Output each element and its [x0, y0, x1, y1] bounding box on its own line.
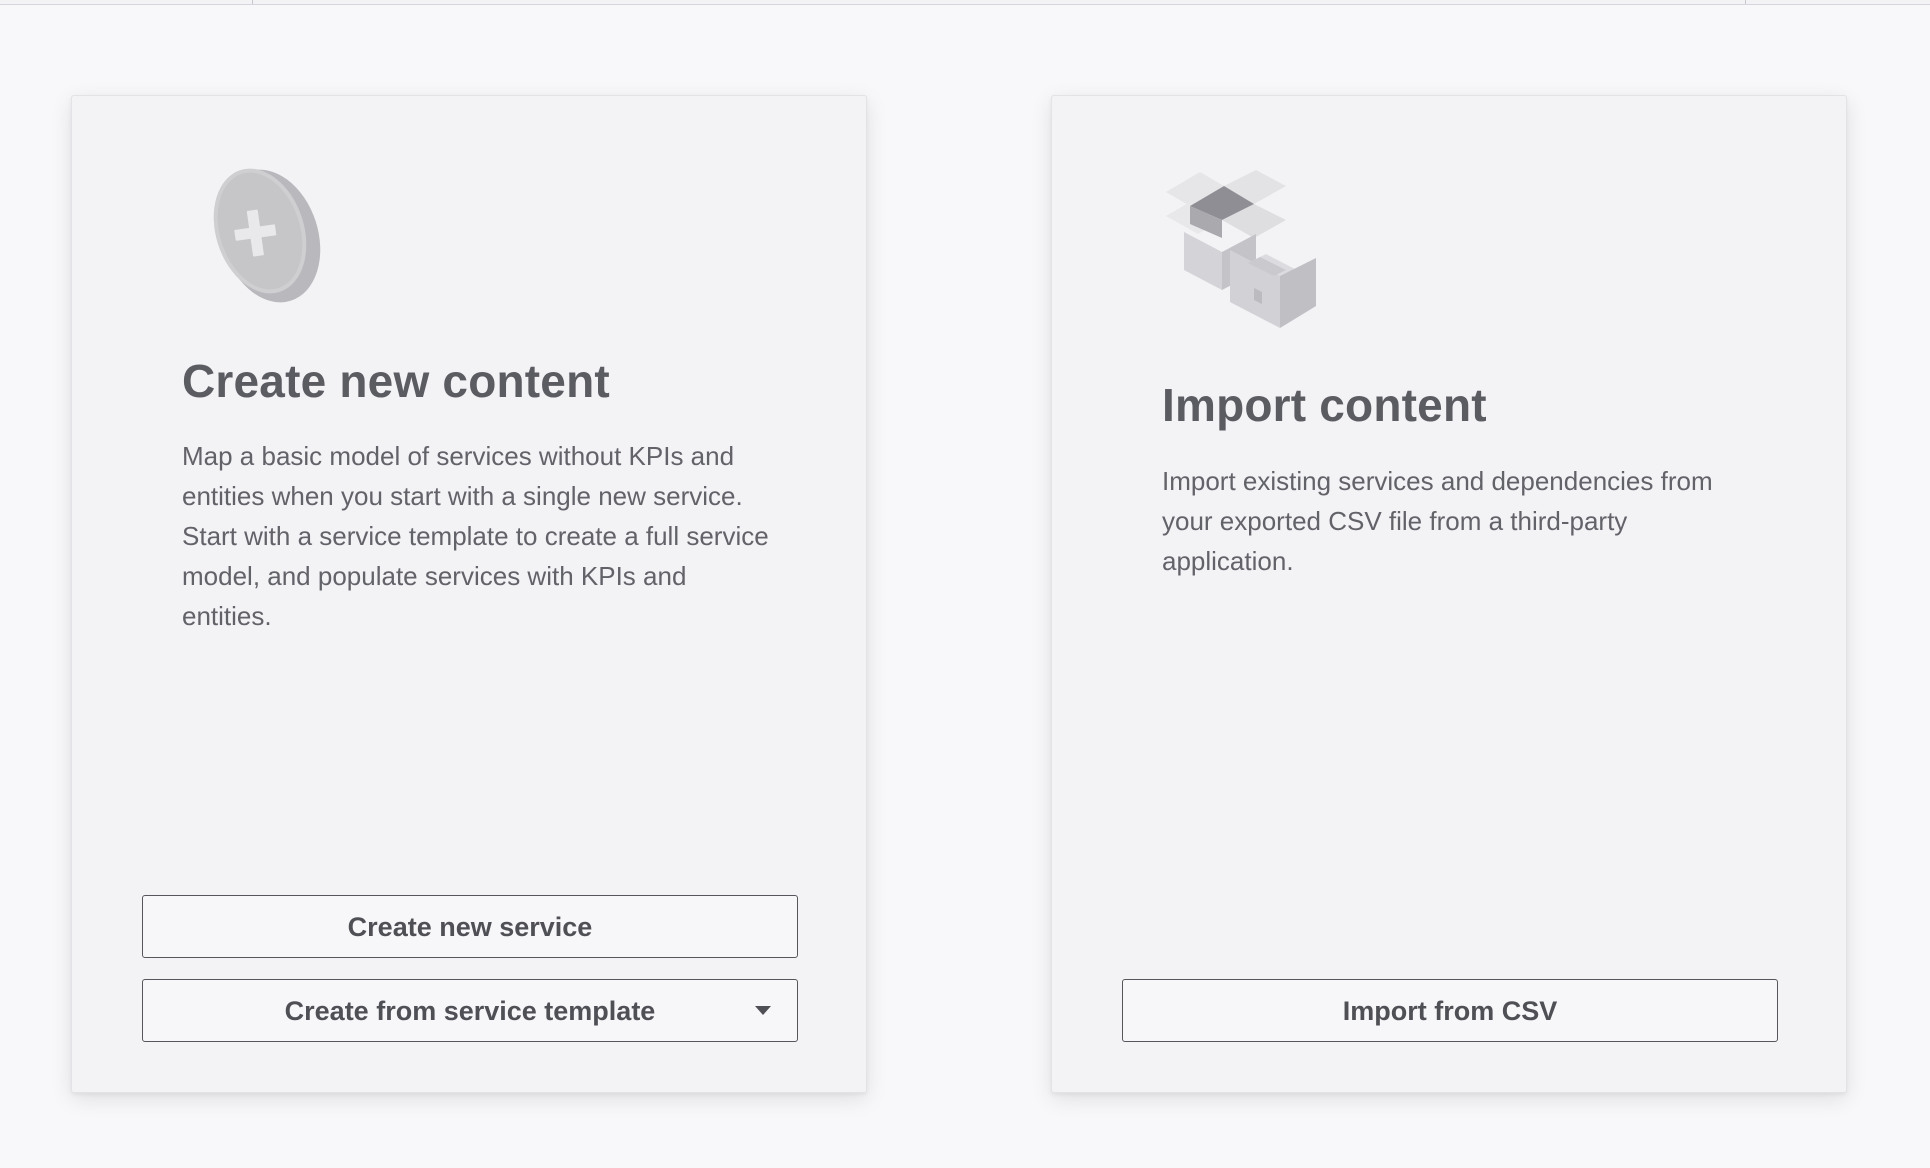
button-label: Create new service: [347, 911, 593, 942]
caret-down-icon: [755, 1006, 771, 1015]
create-new-service-button[interactable]: Create new service: [142, 895, 798, 958]
import-content-card: Import content Import existing services …: [1051, 95, 1847, 1093]
card-description: Import existing services and dependencie…: [1162, 466, 1713, 576]
top-divider: [0, 0, 1930, 5]
import-from-csv-button[interactable]: Import from CSV: [1122, 979, 1778, 1042]
divider-tick: [252, 0, 253, 4]
boxes-icon: [1160, 162, 1330, 332]
create-new-content-card: Create new content Map a basic model of …: [71, 95, 867, 1093]
button-label: Import from CSV: [1342, 995, 1558, 1026]
button-label: Create from service template: [284, 995, 656, 1026]
card-description: Map a basic model of services without KP…: [182, 441, 769, 631]
divider-tick: [1745, 0, 1746, 4]
card-title: Create new content: [182, 355, 610, 407]
add-coin-icon: [208, 164, 328, 306]
card-title: Import content: [1162, 379, 1487, 431]
create-from-service-template-button[interactable]: Create from service template: [142, 979, 798, 1042]
